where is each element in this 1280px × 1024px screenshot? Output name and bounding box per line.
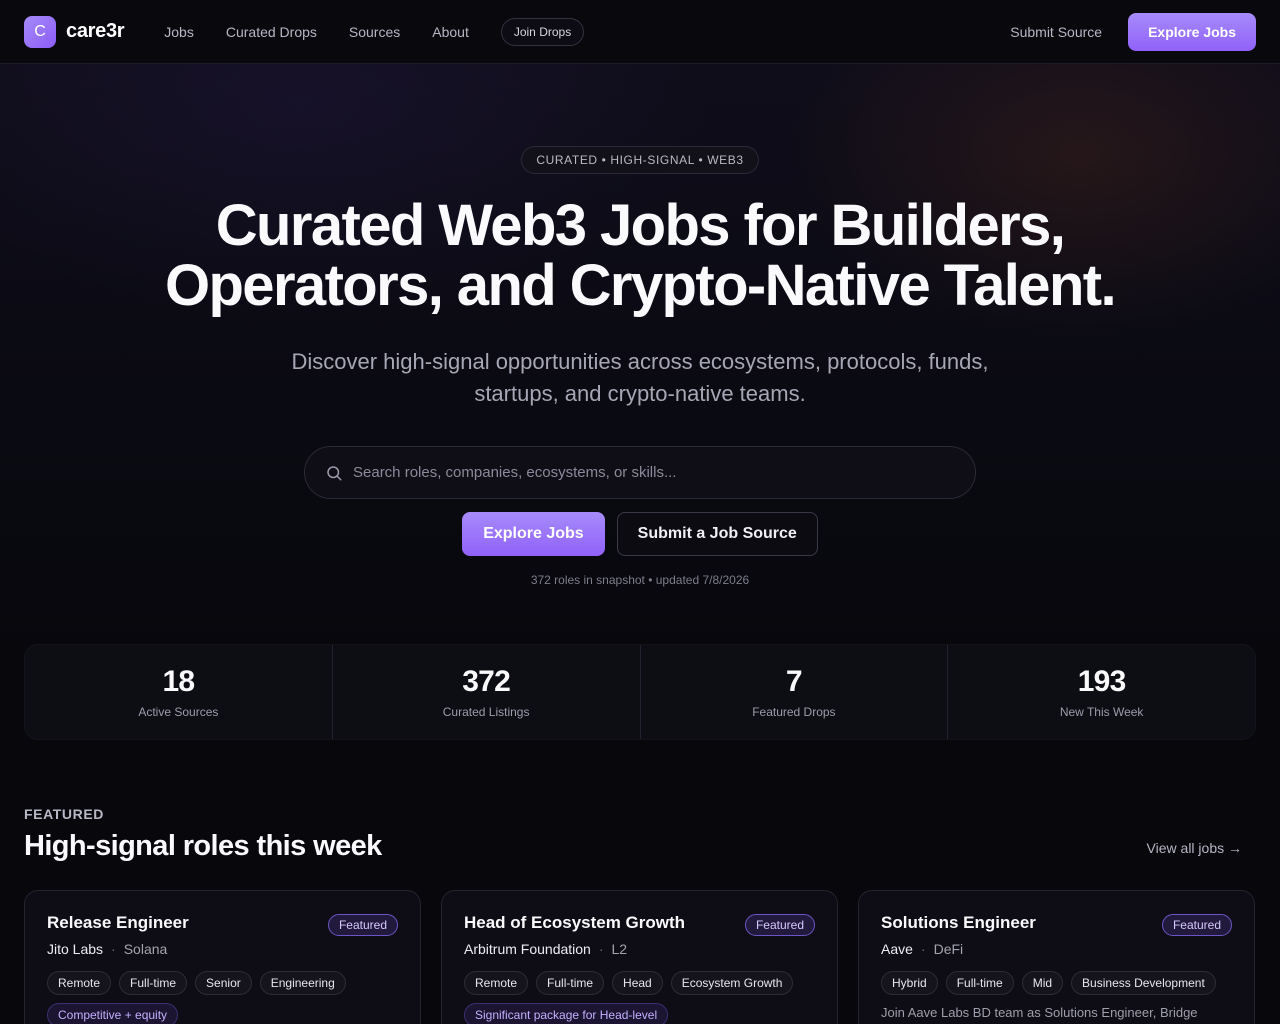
separator-dot: ·: [920, 941, 926, 957]
nav-link-jobs[interactable]: Jobs: [164, 24, 194, 40]
job-card[interactable]: Release Engineer Featured Jito Labs · So…: [24, 890, 421, 1024]
tag-chip: Senior: [195, 971, 252, 995]
nav-link-curated-drops[interactable]: Curated Drops: [226, 24, 317, 40]
join-drops-button[interactable]: Join Drops: [500, 17, 585, 46]
view-all-jobs-link[interactable]: View all jobs →: [1147, 840, 1242, 856]
featured-eyebrow: FEATURED: [24, 806, 104, 822]
submit-source-link[interactable]: Submit Source: [1010, 24, 1102, 40]
search-icon: [327, 465, 342, 480]
tag-chip: Engineering: [259, 971, 346, 995]
submit-job-source-button[interactable]: Submit a Job Source: [616, 512, 818, 556]
stat-active-sources: 18 Active Sources: [25, 645, 333, 739]
nav-link-sources[interactable]: Sources: [349, 24, 400, 40]
hero-subtitle: Discover high-signal opportunities acros…: [291, 349, 989, 406]
stat-value: 193: [1077, 665, 1126, 698]
logo-mark-icon: C: [24, 15, 56, 48]
tag-chip: Hybrid: [881, 971, 938, 995]
featured-title: High-signal roles this week: [24, 830, 382, 862]
stat-value: 372: [462, 665, 510, 698]
nav-links: Jobs Curated Drops Sources About Join Dr…: [164, 17, 585, 46]
explore-jobs-button[interactable]: Explore Jobs: [462, 512, 605, 556]
stat-value: 18: [162, 665, 195, 698]
tag-chip: Mid: [1021, 971, 1064, 995]
hero-title: Curated Web3 Jobs for Builders, Operator…: [140, 196, 1140, 316]
ecosystem: DeFi: [933, 941, 964, 957]
search-bar[interactable]: [304, 446, 976, 499]
job-tags: Remote Full-time Senior Engineering Comp…: [47, 971, 398, 1024]
hero-title-line-1: Curated Web3 Jobs for Builders,: [215, 193, 1066, 258]
logo[interactable]: C care3r: [24, 15, 125, 48]
tag-chip: Business Development: [1071, 971, 1216, 995]
separator-dot: ·: [598, 941, 604, 957]
company-row: Aave · DeFi: [881, 941, 1232, 957]
hero-cta-row: Explore Jobs Submit a Job Source: [0, 512, 1280, 556]
tag-chip: Ecosystem Growth: [670, 971, 794, 995]
stat-new-this-week: 193 New This Week: [948, 645, 1255, 739]
logo-text: care3r: [66, 20, 125, 42]
stat-label: Featured Drops: [752, 705, 836, 719]
tag-chip: Remote: [464, 971, 529, 995]
stats-bar: 18 Active Sources 372 Curated Listings 7…: [24, 644, 1256, 740]
hero-title-line-2: Operators, and Crypto-Native Talent.: [164, 253, 1117, 318]
company-name: Aave: [881, 941, 913, 957]
job-card[interactable]: Head of Ecosystem Growth Featured Arbitr…: [441, 890, 838, 1024]
compensation-chip: Significant package for Head-level: [464, 1003, 669, 1024]
company-name: Jito Labs: [47, 941, 104, 957]
separator-dot: ·: [111, 941, 116, 957]
search-input[interactable]: [353, 464, 955, 481]
tag-chip: Full-time: [945, 971, 1014, 995]
tag-chip: Head: [612, 971, 663, 995]
ecosystem: L2: [611, 941, 628, 957]
explore-jobs-nav-button[interactable]: Explore Jobs: [1128, 12, 1256, 51]
stat-curated-listings: 372 Curated Listings: [333, 645, 641, 739]
featured-badge: Featured: [1161, 914, 1232, 936]
stat-label: New This Week: [1059, 705, 1144, 719]
hero-section: CURATED • HIGH-SIGNAL • WEB3 Curated Web…: [0, 64, 1280, 587]
snapshot-meta: 372 roles in snapshot • updated 7/8/2026: [530, 573, 750, 587]
compensation-chip: Competitive + equity: [47, 1003, 179, 1024]
company-name: Arbitrum Foundation: [464, 941, 591, 957]
tag-chip: Full-time: [536, 971, 605, 995]
nav-link-about[interactable]: About: [432, 24, 469, 40]
company-row: Arbitrum Foundation · L2: [464, 941, 815, 957]
job-card[interactable]: Solutions Engineer Featured Aave · DeFi …: [858, 890, 1255, 1024]
job-tags: Remote Full-time Head Ecosystem Growth S…: [464, 971, 815, 1024]
top-navigation: C care3r Jobs Curated Drops Sources Abou…: [0, 0, 1280, 64]
ecosystem: Solana: [123, 941, 168, 957]
company-row: Jito Labs · Solana: [47, 941, 398, 957]
nav-actions: Submit Source Explore Jobs: [1010, 12, 1256, 51]
featured-badge: Featured: [744, 914, 815, 936]
featured-badge: Featured: [327, 914, 398, 936]
tag-chip: Full-time: [119, 971, 188, 995]
tag-chip: Remote: [47, 971, 112, 995]
stat-value: 7: [785, 665, 803, 698]
job-tags: Hybrid Full-time Mid Business Developmen…: [881, 971, 1232, 1003]
stat-featured-drops: 7 Featured Drops: [641, 645, 949, 739]
featured-cards: Release Engineer Featured Jito Labs · So…: [24, 890, 1256, 1024]
job-description: Join Aave Labs BD team as Solutions Engi…: [881, 1005, 1198, 1020]
hero-tag: CURATED • HIGH-SIGNAL • WEB3: [521, 146, 759, 174]
stat-label: Active Sources: [138, 705, 219, 719]
stat-label: Curated Listings: [442, 705, 530, 719]
